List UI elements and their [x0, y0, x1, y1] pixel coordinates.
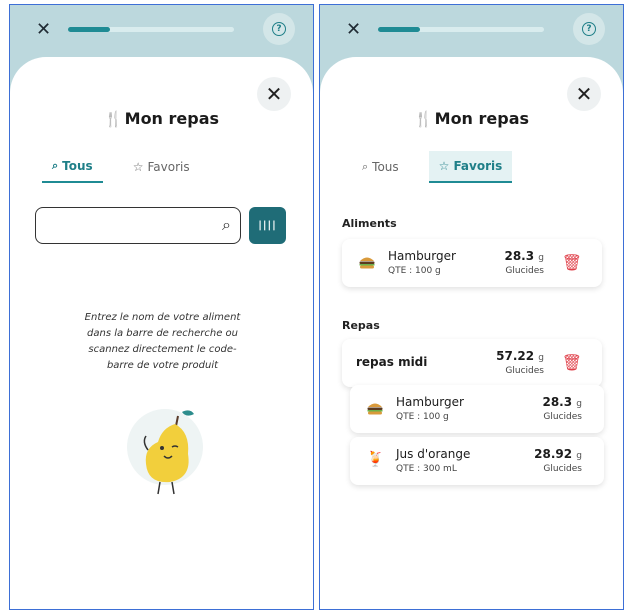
progress-bar: [68, 27, 234, 32]
empty-state-message: Entrez le nom de votre aliment dans la b…: [84, 312, 241, 371]
section-title-aliments: Aliments: [342, 217, 397, 230]
top-bar: ✕ ?: [10, 5, 313, 57]
pear-mascot-illustration: [127, 409, 203, 495]
help-icon: ?: [582, 22, 596, 36]
list-item: Hamburger QTE : 100 g 28.3 g Glucides: [350, 385, 604, 433]
meal-carb-value: 57.22 g: [496, 349, 544, 363]
carb-label: Glucides: [505, 266, 544, 276]
star-icon: ☆: [132, 160, 144, 174]
carb-label: Glucides: [543, 464, 582, 474]
food-quantity: QTE : 300 mL: [396, 464, 457, 474]
search-icon: ⌕: [222, 215, 231, 234]
tab-all[interactable]: ⌕ Tous: [352, 151, 409, 183]
exit-icon[interactable]: ✕: [36, 19, 51, 40]
help-icon: ?: [272, 22, 286, 36]
trash-icon[interactable]: 🗑: [562, 353, 582, 372]
tab-favorites[interactable]: ☆ Favoris: [123, 151, 200, 183]
list-item: Hamburger QTE : 100 g 28.3 g Glucides 🗑: [342, 239, 602, 287]
meal-item-card: Hamburger QTE : 100 g 28.3 g Glucides: [350, 385, 604, 433]
food-name: Jus d'orange: [396, 447, 471, 461]
list-item: 🍹 Jus d'orange QTE : 300 mL 28.92 g Gluc…: [350, 437, 604, 485]
search-icon: ⌕: [52, 159, 59, 172]
barcode-icon: ||||: [258, 220, 277, 231]
food-quantity: QTE : 100 g: [388, 266, 441, 276]
tab-bar: ⌕ Tous ☆ Favoris: [352, 151, 513, 183]
carb-value: 28.3 g: [504, 249, 544, 263]
phone-screen-favorites: ✕ ? ✕ 🍴 Mon repas ⌕ Tous ☆ Favoris Aliments: [319, 4, 624, 610]
carb-value: 28.92 g: [534, 447, 582, 461]
meal-sheet: ✕ 🍴 Mon repas ⌕ Tous ☆ Favoris Aliments Ha: [320, 57, 623, 609]
favorite-food-card[interactable]: Hamburger QTE : 100 g 28.3 g Glucides 🗑: [342, 239, 602, 287]
meal-item-card: 🍹 Jus d'orange QTE : 300 mL 28.92 g Gluc…: [350, 437, 604, 485]
phone-screen-all: ✕ ? ✕ 🍴 Mon repas ⌕ Tous ☆ Favoris ⌕ |||…: [9, 4, 314, 610]
close-icon: ✕: [265, 82, 283, 106]
section-title-repas: Repas: [342, 319, 380, 332]
star-icon: ☆: [438, 159, 450, 173]
food-quantity: QTE : 100 g: [396, 412, 449, 422]
close-button[interactable]: ✕: [567, 77, 601, 111]
cutlery-icon: 🍴: [103, 110, 123, 128]
meal-header-row: repas midi 57.22 g Glucides 🗑: [342, 339, 602, 387]
search-input[interactable]: ⌕: [35, 207, 241, 244]
close-button[interactable]: ✕: [257, 77, 291, 111]
exit-icon[interactable]: ✕: [346, 19, 361, 40]
hamburger-icon: [367, 403, 383, 415]
meal-sheet: ✕ 🍴 Mon repas ⌕ Tous ☆ Favoris ⌕ |||| Entre…: [10, 57, 313, 609]
sheet-title: 🍴 Mon repas: [103, 109, 220, 128]
favorite-meal-card[interactable]: repas midi 57.22 g Glucides 🗑: [342, 339, 602, 387]
trash-icon[interactable]: 🗑: [562, 253, 582, 272]
close-icon: ✕: [575, 82, 593, 106]
progress-bar: [378, 27, 544, 32]
progress-fill: [68, 27, 110, 32]
barcode-scan-button[interactable]: ||||: [249, 207, 286, 244]
food-name: Hamburger: [396, 395, 464, 409]
tab-all[interactable]: ⌕ Tous: [42, 151, 103, 183]
carb-label: Glucides: [543, 412, 582, 422]
top-bar: ✕ ?: [320, 5, 623, 57]
orange-juice-icon: 🍹: [366, 450, 385, 468]
tab-favorites[interactable]: ☆ Favoris: [428, 151, 513, 183]
meal-carb-label: Glucides: [505, 366, 544, 376]
search-icon: ⌕: [362, 160, 369, 173]
cutlery-icon: 🍴: [413, 110, 433, 128]
meal-name: repas midi: [356, 355, 428, 369]
help-button[interactable]: ?: [263, 13, 295, 45]
help-button[interactable]: ?: [573, 13, 605, 45]
sheet-title: 🍴 Mon repas: [413, 109, 530, 128]
tab-bar: ⌕ Tous ☆ Favoris: [42, 151, 200, 183]
progress-fill: [378, 27, 420, 32]
carb-value: 28.3 g: [542, 395, 582, 409]
food-name: Hamburger: [388, 249, 456, 263]
hamburger-icon: [359, 257, 375, 269]
